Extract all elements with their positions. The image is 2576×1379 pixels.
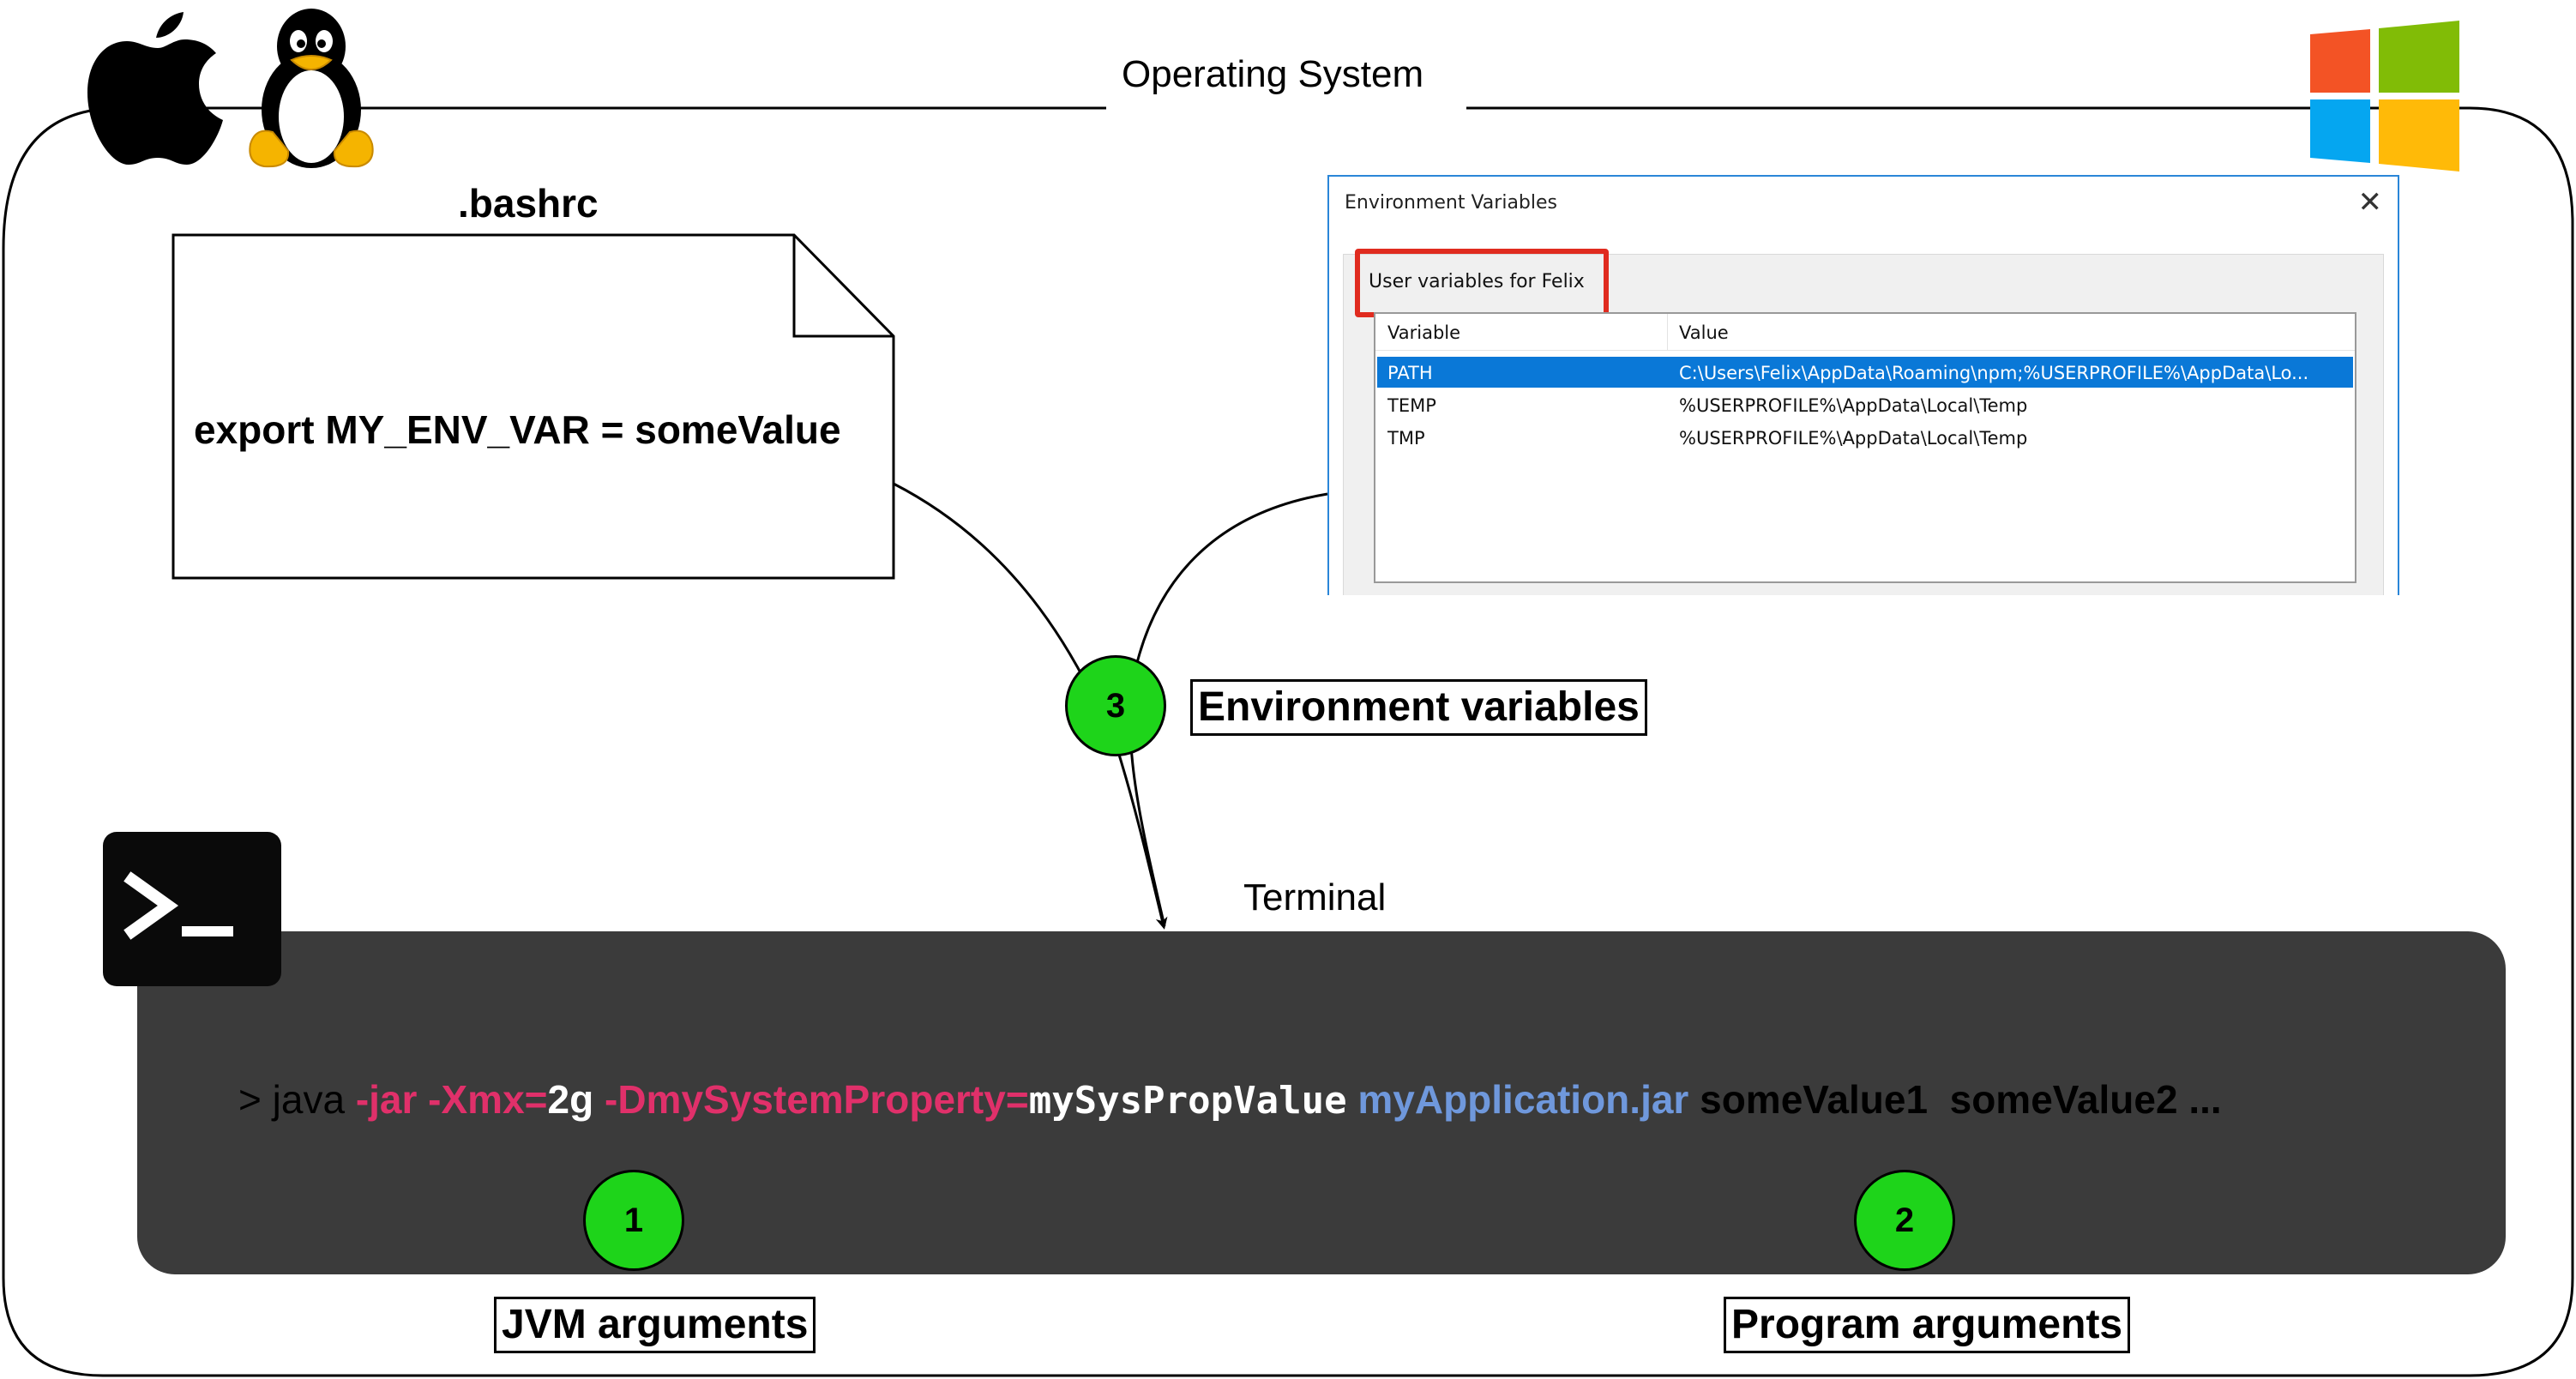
cell-variable: PATH	[1387, 363, 1433, 383]
cell-value: %USERPROFILE%\AppData\Local\Temp	[1679, 395, 2028, 416]
cmd-program-args: someValue1 someValue2 ...	[1688, 1077, 2222, 1122]
java-command-line: > java -jar -Xmx=2g -DmySystemProperty=m…	[238, 1076, 2222, 1123]
table-row-temp[interactable]: TEMP %USERPROFILE%\AppData\Local\Temp	[1377, 389, 2353, 420]
terminal-prompt-icon	[103, 832, 281, 986]
cmd-heap-value: 2g	[547, 1077, 594, 1122]
badge-3: 3	[1065, 655, 1166, 756]
column-header-value[interactable]: Value	[1679, 322, 1729, 343]
terminal-label: Terminal	[1243, 876, 1387, 918]
cmd-jar-name: myApplication.jar	[1346, 1077, 1689, 1122]
badge-1: 1	[583, 1170, 684, 1271]
variables-table: Variable Value PATH C:\Users\Felix\AppDa…	[1374, 312, 2356, 583]
table-header: Variable Value	[1375, 314, 2355, 351]
cell-value: C:\Users\Felix\AppData\Roaming\npm;%USER…	[1679, 363, 2309, 383]
cmd-sysprop-value: mySysPropValue	[1028, 1079, 1347, 1123]
environment-variables-label: Environment variables	[1190, 679, 1647, 736]
table-row-tmp[interactable]: TMP %USERPROFILE%\AppData\Local\Temp	[1377, 422, 2353, 453]
os-label: Operating System	[1122, 53, 1424, 95]
cmd-sysprop-flag: -DmySystemProperty=	[593, 1077, 1029, 1122]
environment-variables-dialog: Environment Variables ✕ User variables f…	[1327, 175, 2399, 595]
jvm-arguments-label: JVM arguments	[494, 1297, 816, 1353]
bashrc-content: export MY_ENV_VAR = someValue	[194, 407, 841, 452]
cell-variable: TEMP	[1387, 395, 1436, 416]
windows-logo-icon	[2310, 21, 2459, 172]
cmd-prompt: > java	[238, 1077, 356, 1122]
table-row-path[interactable]: PATH C:\Users\Felix\AppData\Roaming\npm;…	[1377, 357, 2353, 388]
linux-tux-icon	[249, 9, 374, 168]
program-arguments-label: Program arguments	[1724, 1297, 2131, 1353]
group-label-highlight	[1355, 249, 1609, 317]
bashrc-filename: .bashrc	[458, 181, 599, 226]
dialog-title: Environment Variables	[1345, 192, 1558, 214]
close-icon[interactable]: ✕	[2358, 185, 2383, 220]
badge-2: 2	[1854, 1170, 1955, 1271]
cell-variable: TMP	[1387, 428, 1425, 449]
cmd-jvm-flags: -jar -Xmx=	[355, 1077, 548, 1122]
column-header-variable[interactable]: Variable	[1387, 322, 1460, 343]
apple-logo-icon	[87, 12, 223, 165]
cell-value: %USERPROFILE%\AppData\Local\Temp	[1679, 428, 2028, 449]
